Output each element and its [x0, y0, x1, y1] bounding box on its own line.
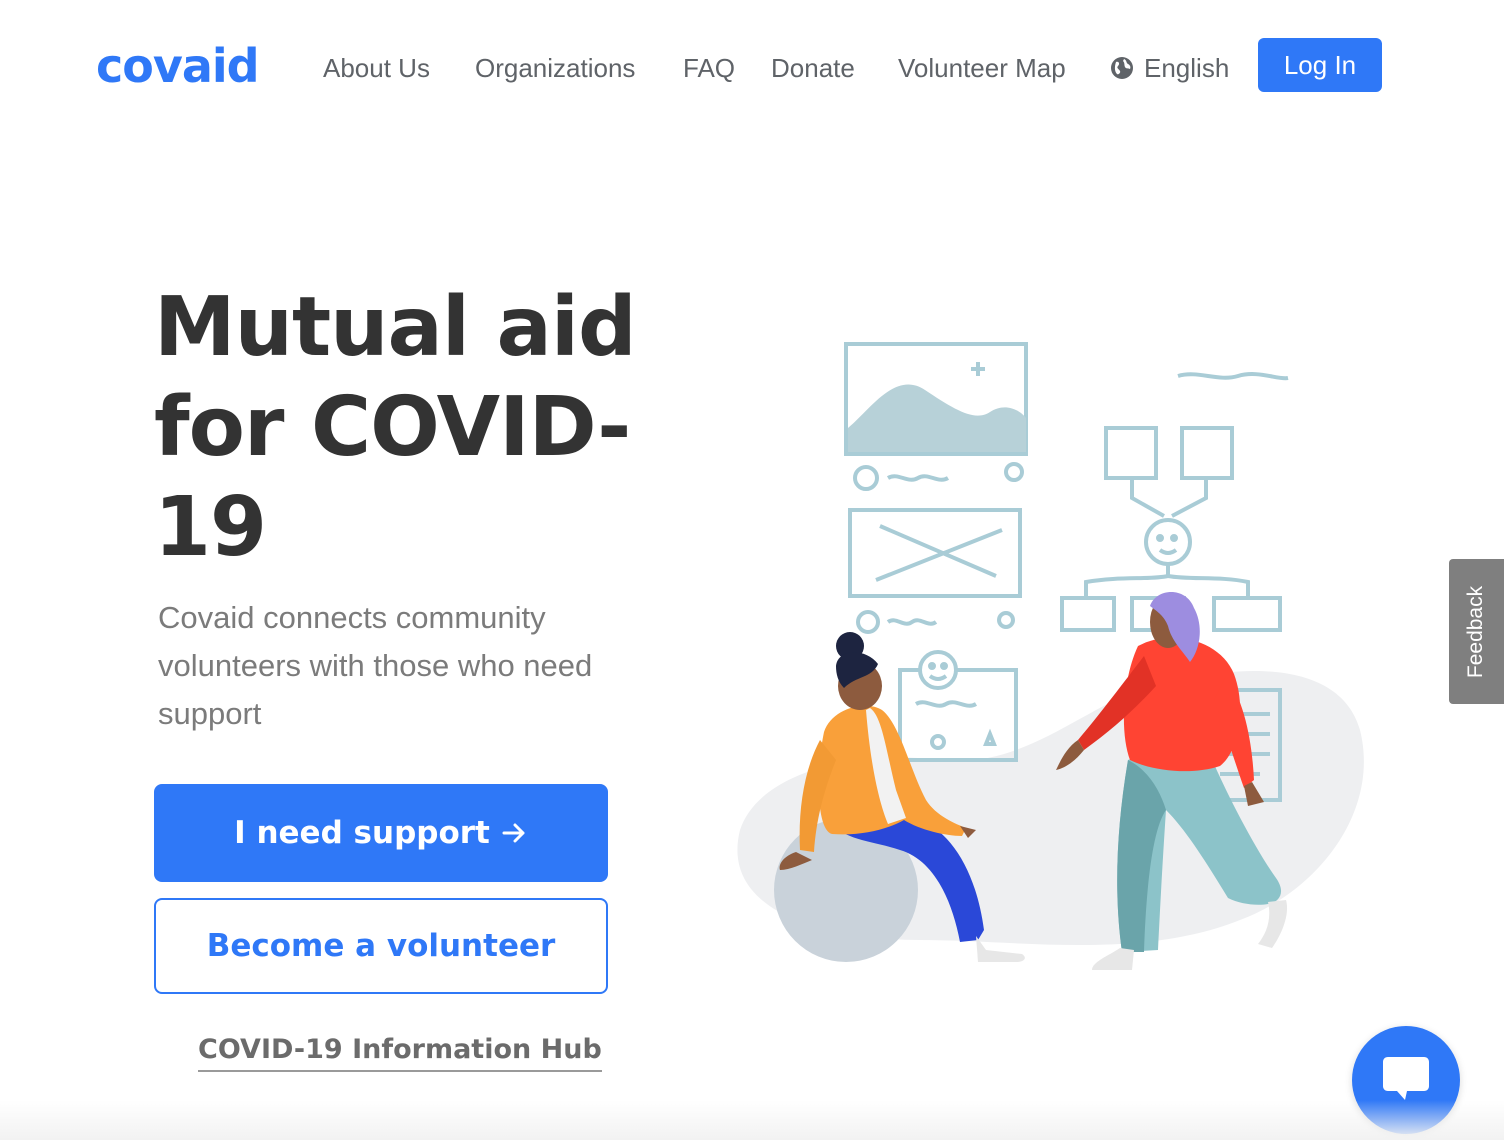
language-label: English	[1144, 52, 1230, 83]
wireframe-placeholder-card	[848, 508, 1022, 634]
feedback-label: Feedback	[1464, 585, 1488, 678]
page-bottom-fade	[0, 1100, 1504, 1140]
chat-bubble-icon	[1383, 1057, 1429, 1100]
hero-subtitle: Covaid connects community volunteers wit…	[158, 600, 593, 731]
login-button[interactable]: Log In	[1258, 38, 1382, 92]
feedback-tab[interactable]: Feedback	[1449, 559, 1504, 704]
covaid-logo[interactable]: covaid	[96, 36, 260, 96]
covid-info-hub-link[interactable]: COVID-19 Information Hub	[198, 1030, 602, 1072]
language-selector[interactable]: English	[1110, 48, 1229, 88]
hero-illustration	[737, 342, 1364, 970]
nav-organizations[interactable]: Organizations	[475, 48, 635, 88]
become-volunteer-button[interactable]: Become a volunteer	[154, 898, 608, 994]
arrow-right-icon	[502, 823, 525, 843]
nav-about-us[interactable]: About Us	[323, 48, 430, 88]
nav-donate[interactable]: Donate	[771, 48, 855, 88]
need-support-button[interactable]: I need support	[154, 784, 608, 882]
nav-faq[interactable]: FAQ	[683, 48, 735, 88]
need-support-label: I need support	[234, 815, 490, 851]
globe-icon	[1111, 57, 1133, 79]
hero-title: Mutual aid for COVID-19	[154, 280, 637, 575]
wireframe-image-card	[844, 342, 1028, 491]
wireframe-flowchart	[1060, 372, 1289, 632]
wireframe-profile-card	[898, 650, 1018, 762]
nav-volunteer-map[interactable]: Volunteer Map	[898, 48, 1066, 88]
